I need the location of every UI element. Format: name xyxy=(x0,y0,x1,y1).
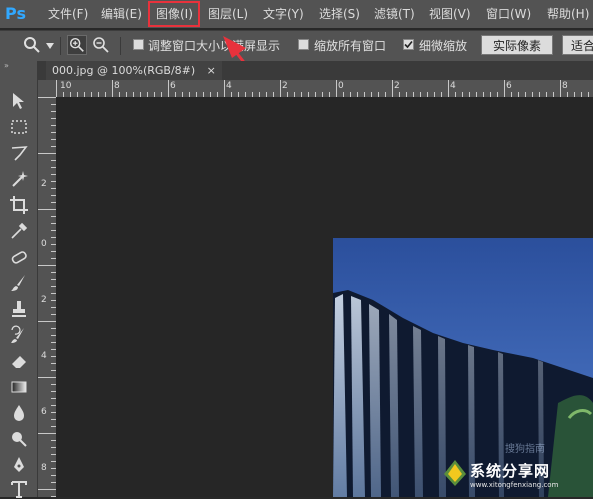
app-logo: Ps xyxy=(5,4,26,23)
pen-tool-icon[interactable] xyxy=(9,455,29,475)
ruler-top-label: 6 xyxy=(170,81,176,91)
menu-edit[interactable]: 编辑(E) xyxy=(101,0,142,28)
lasso-tool-icon[interactable] xyxy=(9,143,29,163)
ruler-top-label: 10 xyxy=(60,81,72,91)
resize-window-checkbox[interactable] xyxy=(133,39,144,50)
blur-tool-icon[interactable] xyxy=(9,403,29,423)
site-logo: 系统分享网 www.xitongfenxiang.com xyxy=(442,456,590,494)
document-tab-bar: 000.jpg @ 100%(RGB/8#) × xyxy=(38,61,593,80)
type-tool-icon[interactable] xyxy=(9,479,29,499)
dodge-tool-icon[interactable] xyxy=(9,429,29,449)
zoom-tool-preset-icon[interactable] xyxy=(22,35,42,55)
divider xyxy=(120,37,121,55)
crop-tool-icon[interactable] xyxy=(9,195,29,215)
fit-screen-button[interactable]: 适合 xyxy=(562,35,593,55)
ruler-top-label: 2 xyxy=(282,81,288,91)
eyedropper-tool-icon[interactable] xyxy=(9,221,29,241)
gradient-tool-icon[interactable] xyxy=(9,377,29,397)
scrubby-zoom-checkbox[interactable] xyxy=(403,39,414,50)
menu-help[interactable]: 帮助(H) xyxy=(547,0,589,28)
clone-stamp-tool-icon[interactable] xyxy=(9,299,29,319)
ruler-top-label: 2 xyxy=(394,81,400,91)
menu-window[interactable]: 窗口(W) xyxy=(486,0,531,28)
ruler-top-label: 4 xyxy=(450,81,456,91)
menu-file[interactable]: 文件(F) xyxy=(48,0,88,28)
history-brush-tool-icon[interactable] xyxy=(9,325,29,345)
menu-type[interactable]: 文字(Y) xyxy=(263,0,304,28)
site-logo-icon xyxy=(444,460,466,486)
scrubby-zoom-label: 细微缩放 xyxy=(419,39,468,53)
ruler-top-label: 8 xyxy=(562,81,568,91)
ruler-corner xyxy=(38,80,56,97)
ruler-top-label: 0 xyxy=(338,81,344,91)
ruler-top-label: 4 xyxy=(226,81,232,91)
close-icon[interactable]: × xyxy=(207,64,216,77)
ruler-left-label: 4 xyxy=(41,351,47,361)
ruler-top-label: 6 xyxy=(506,81,512,91)
zoom-all-windows-checkbox[interactable] xyxy=(298,39,309,50)
ruler-left[interactable]: 2 0 2 4 6 8 xyxy=(38,97,56,497)
menu-view[interactable]: 视图(V) xyxy=(429,0,471,28)
ruler-left-label: 0 xyxy=(41,239,47,249)
chevron-down-icon[interactable] xyxy=(46,43,54,49)
magic-wand-tool-icon[interactable] xyxy=(9,169,29,189)
menu-filter[interactable]: 滤镜(T) xyxy=(374,0,415,28)
resize-window-label: 调整窗口大小以满屏显示 xyxy=(148,39,281,53)
image-menu-highlight-box xyxy=(148,1,200,27)
options-bar: 调整窗口大小以满屏显示 缩放所有窗口 细微缩放 实际像素 适合 xyxy=(0,30,593,61)
menu-select[interactable]: 选择(S) xyxy=(319,0,360,28)
healing-brush-tool-icon[interactable] xyxy=(9,247,29,267)
divider xyxy=(60,37,61,55)
tools-panel: » xyxy=(0,61,38,499)
watermark-text: 搜狗指南 xyxy=(505,444,545,455)
document-tab[interactable]: 000.jpg @ 100%(RGB/8#) × xyxy=(46,61,222,80)
document-tab-title: 000.jpg @ 100%(RGB/8#) xyxy=(52,64,196,77)
zoom-in-icon[interactable] xyxy=(67,35,87,55)
zoom-out-icon[interactable] xyxy=(91,35,111,55)
site-url: www.xitongfenxiang.com xyxy=(470,481,559,489)
menu-bar: Ps 文件(F) 编辑(E) 图像(I) 图层(L) 文字(Y) 选择(S) 滤… xyxy=(0,0,593,28)
site-logo-text: 系统分享网 xyxy=(470,462,551,480)
eraser-tool-icon[interactable] xyxy=(9,351,29,371)
zoom-all-windows-label: 缩放所有窗口 xyxy=(314,39,387,53)
move-tool-icon[interactable] xyxy=(9,91,29,111)
ruler-left-label: 2 xyxy=(41,295,47,305)
ruler-left-label: 2 xyxy=(41,179,47,189)
checkmark-icon xyxy=(404,40,413,49)
ruler-top-label: 8 xyxy=(114,81,120,91)
ruler-top[interactable]: 10 8 6 4 2 0 2 4 6 8 xyxy=(56,80,593,97)
actual-pixels-button[interactable]: 实际像素 xyxy=(481,35,553,55)
ruler-top-ticks xyxy=(56,80,589,97)
collapse-panel-icon[interactable]: » xyxy=(4,62,32,70)
marquee-tool-icon[interactable] xyxy=(9,117,29,137)
ruler-left-label: 6 xyxy=(41,407,47,417)
brush-tool-icon[interactable] xyxy=(9,273,29,293)
ruler-left-label: 8 xyxy=(41,463,47,473)
menu-layer[interactable]: 图层(L) xyxy=(208,0,248,28)
